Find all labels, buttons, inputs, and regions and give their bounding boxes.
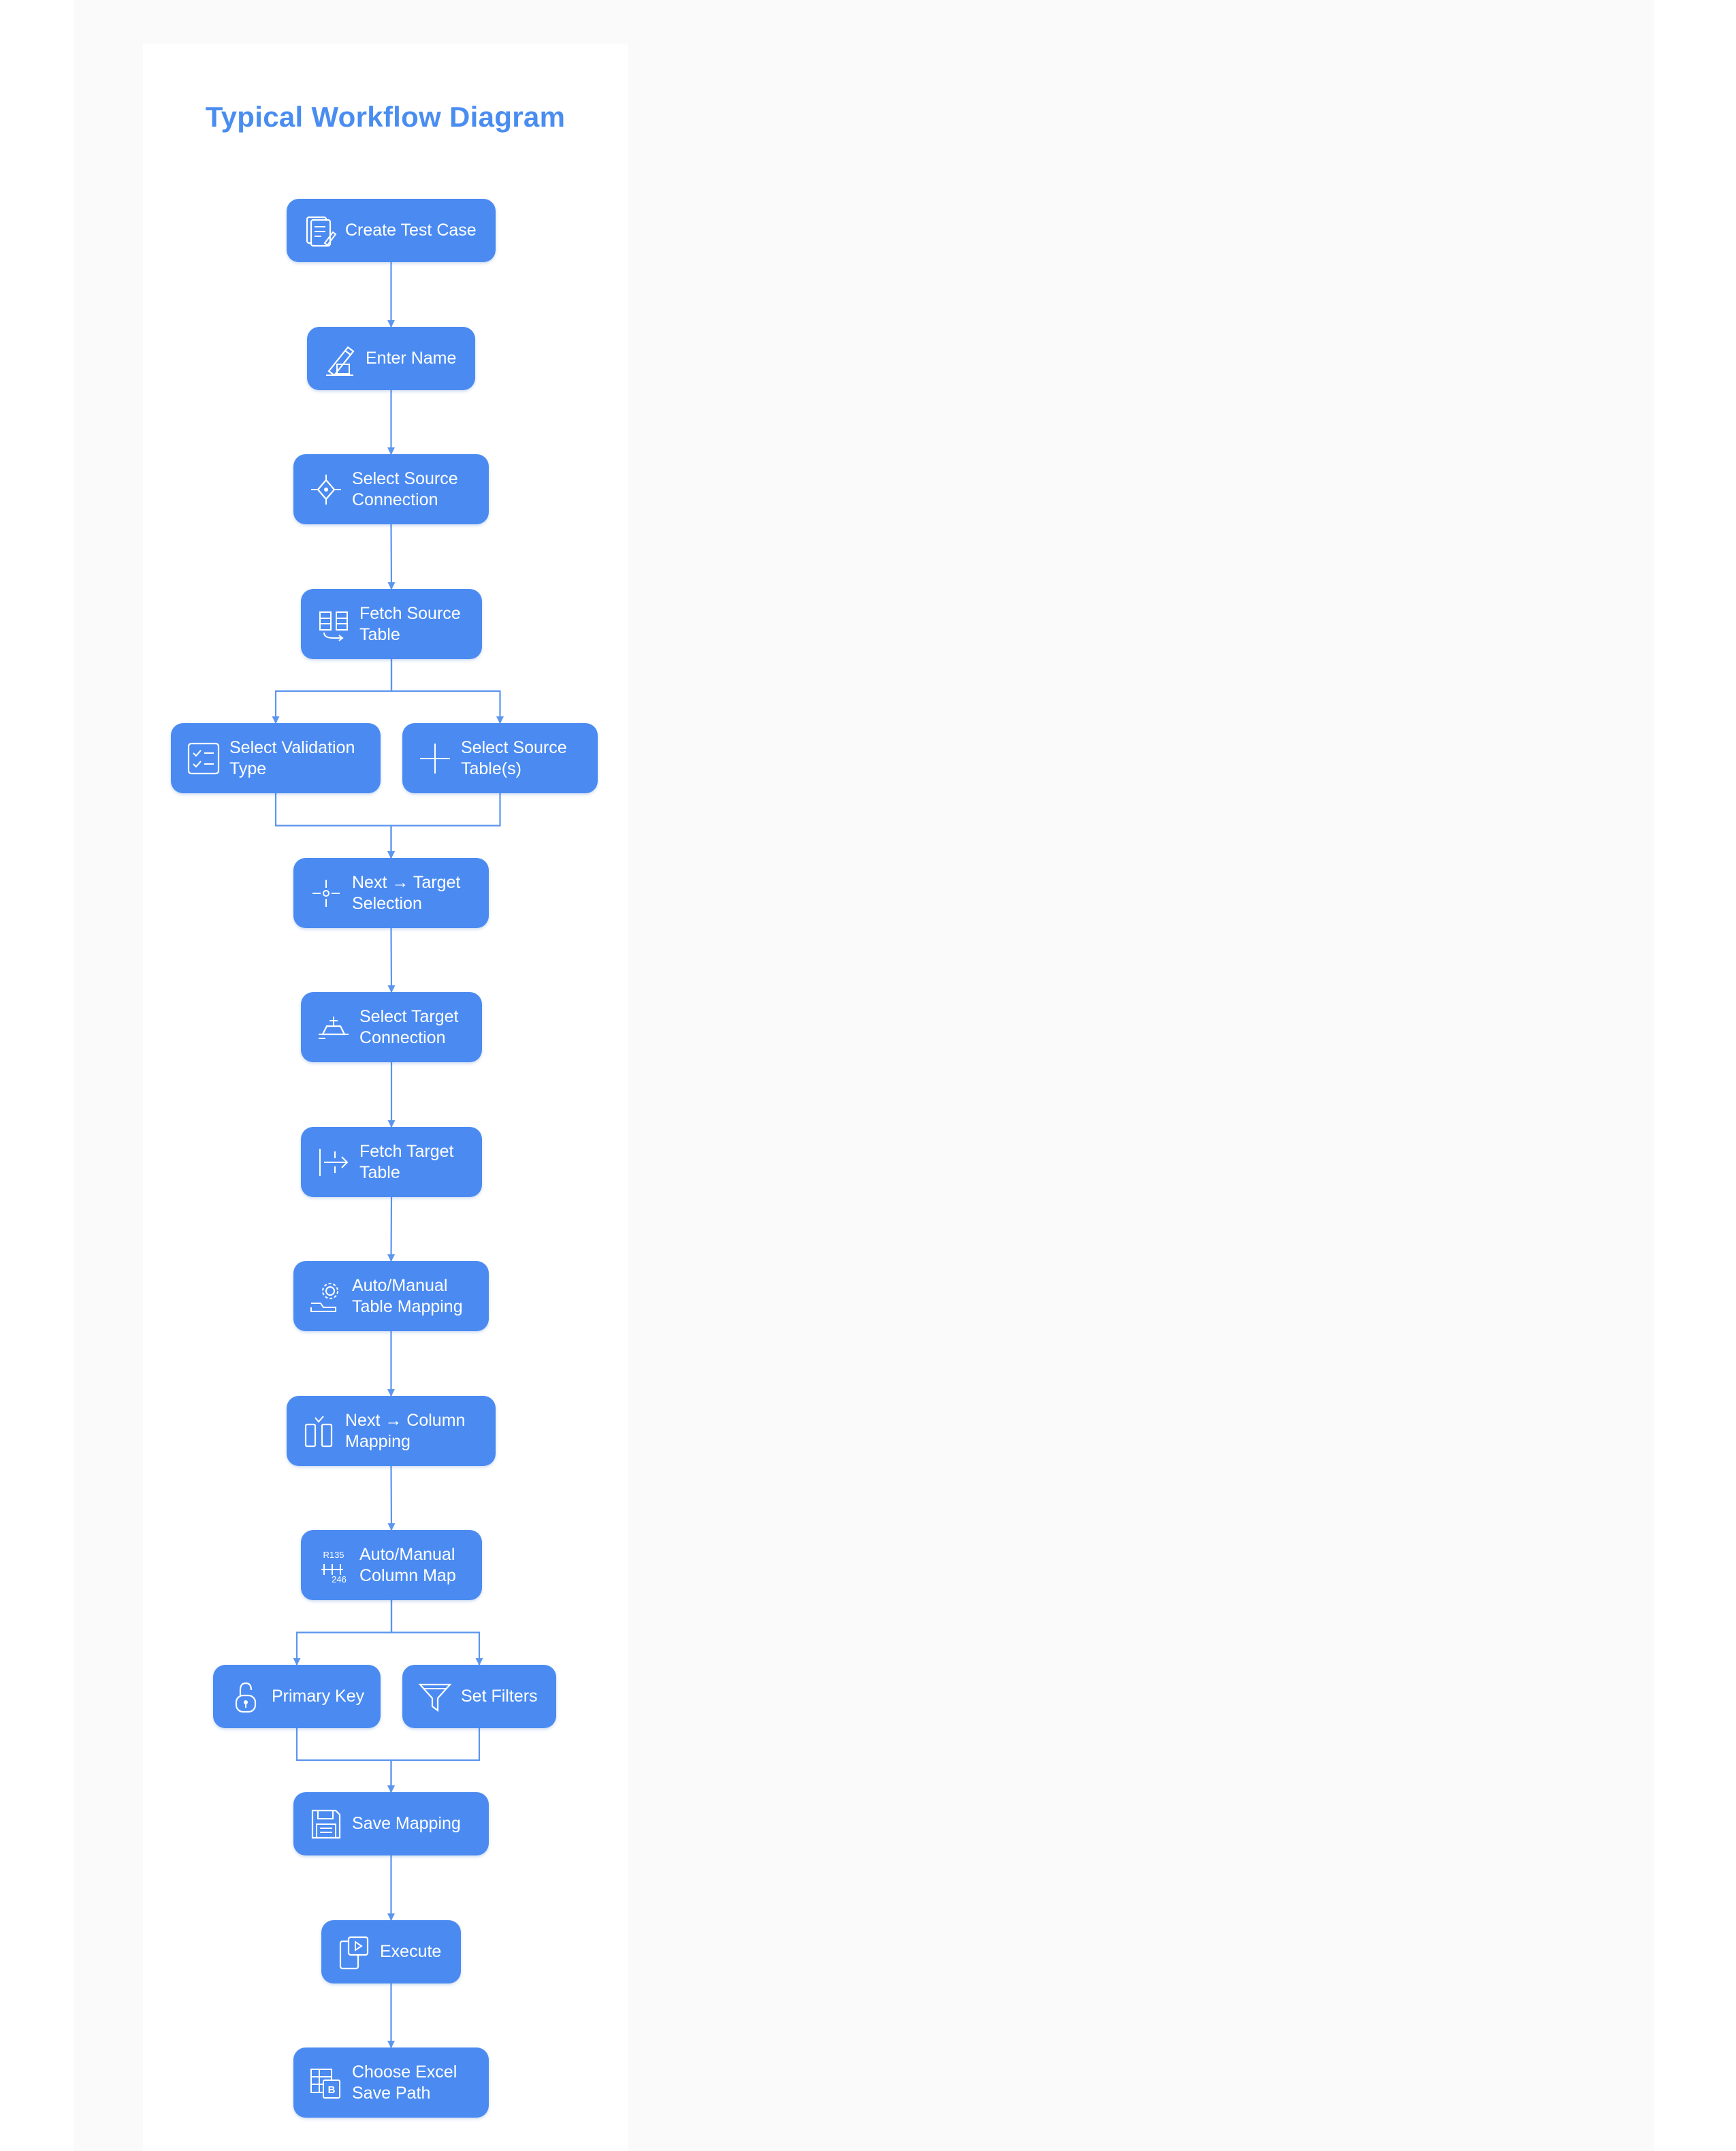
- plus-icon: [416, 739, 454, 778]
- node-label: Select Source Table(s): [461, 737, 567, 778]
- funnel-icon: [416, 1678, 454, 1716]
- gear-shift-icon-bottom-text: 246: [332, 1574, 347, 1583]
- edge-select-validation-type-to-next-target-selection: [274, 793, 395, 859]
- node-fetch-source-table: Fetch Source Table: [301, 589, 482, 659]
- pen-icon: [321, 340, 359, 378]
- node-set-filters: Set Filters: [402, 1665, 556, 1728]
- node-select-target-connection: Select Target Connection: [301, 992, 482, 1062]
- gear-shift-icon-top-text: R135: [323, 1550, 344, 1560]
- node-auto-manual-column-map: R135 246 Auto/Manual Column Map: [301, 1530, 482, 1600]
- node-label: Execute: [380, 1942, 442, 1961]
- node-enter-name: Enter Name: [307, 327, 475, 390]
- edge-set-filters-to-save-mapping: [387, 1728, 481, 1794]
- arrow-right-icon: [315, 1143, 353, 1181]
- edge-primary-key-to-save-mapping: [295, 1728, 395, 1794]
- node-choose-excel-save-path: B Choose Excel Save Path: [293, 2048, 489, 2118]
- node-label: Select Source Connection: [352, 468, 458, 509]
- edge-fetch-source-table-to-select-validation-type: [272, 659, 393, 724]
- node-label: Next → Column Mapping: [345, 1410, 466, 1451]
- table-fetch-icon: [315, 605, 353, 643]
- test-case-icon: [300, 212, 338, 250]
- svg-text:B: B: [328, 2084, 336, 2096]
- edge-auto-manual-column-map-to-set-filters: [390, 1600, 483, 1666]
- node-label: Primary Key: [272, 1687, 365, 1706]
- crosshair-icon: [307, 874, 345, 912]
- node-execute: Execute: [321, 1920, 461, 1983]
- node-fetch-target-table: Fetch Target Table: [301, 1127, 482, 1197]
- node-label: Set Filters: [461, 1687, 538, 1706]
- gear-icon: [307, 1277, 345, 1316]
- edge-next-target-selection-to-select-target-connection: [387, 927, 396, 993]
- node-create-test-case: Create Test Case: [287, 199, 496, 262]
- node-label: Select Validation Type: [229, 737, 355, 778]
- connection-icon: [307, 471, 345, 509]
- node-select-source-tables: Select Source Table(s): [402, 723, 598, 793]
- node-label: Auto/Manual Table Mapping: [352, 1275, 463, 1316]
- gear-shift-icon: R135 246: [315, 1546, 353, 1584]
- edge-fetch-target-table-to-auto-manual-table-mapping: [387, 1196, 396, 1262]
- columns-icon: [300, 1412, 338, 1450]
- node-label: Select Target Connection: [359, 1006, 459, 1047]
- lock-icon: [227, 1678, 265, 1716]
- excel-icon: B: [307, 2064, 345, 2102]
- node-next-target-selection: Next → Target Selection: [293, 858, 489, 928]
- node-label: Choose Excel Save Path: [352, 2062, 457, 2103]
- checklist-icon: [184, 739, 223, 778]
- node-select-validation-type: Select Validation Type: [171, 723, 381, 793]
- node-select-source-connection: Select Source Connection: [293, 454, 489, 524]
- save-icon: [307, 1805, 345, 1843]
- node-label: Next → Target Selection: [352, 872, 461, 913]
- edge-auto-manual-column-map-to-primary-key: [293, 1600, 393, 1666]
- node-next-column-mapping: Next → Column Mapping: [287, 1396, 496, 1466]
- node-label: Fetch Target Table: [359, 1141, 454, 1182]
- edge-fetch-source-table-to-select-source-tables: [390, 659, 504, 724]
- node-auto-manual-table-mapping: Auto/Manual Table Mapping: [293, 1261, 489, 1331]
- node-label: Fetch Source Table: [359, 603, 461, 644]
- node-label: Auto/Manual Column Map: [359, 1544, 456, 1585]
- target-connection-icon: [315, 1008, 353, 1047]
- edge-select-source-connection-to-fetch-source-table: [387, 524, 396, 590]
- play-icon: [335, 1933, 373, 1971]
- edge-next-column-mapping-to-auto-manual-column-map: [387, 1465, 396, 1531]
- node-primary-key: Primary Key: [213, 1665, 381, 1728]
- node-label: Enter Name: [366, 349, 457, 368]
- node-label: Create Test Case: [345, 221, 477, 240]
- node-save-mapping: Save Mapping: [293, 1792, 489, 1855]
- edge-select-source-tables-to-next-target-selection: [387, 793, 501, 859]
- node-label: Save Mapping: [352, 1814, 461, 1833]
- connectors: [272, 262, 504, 2049]
